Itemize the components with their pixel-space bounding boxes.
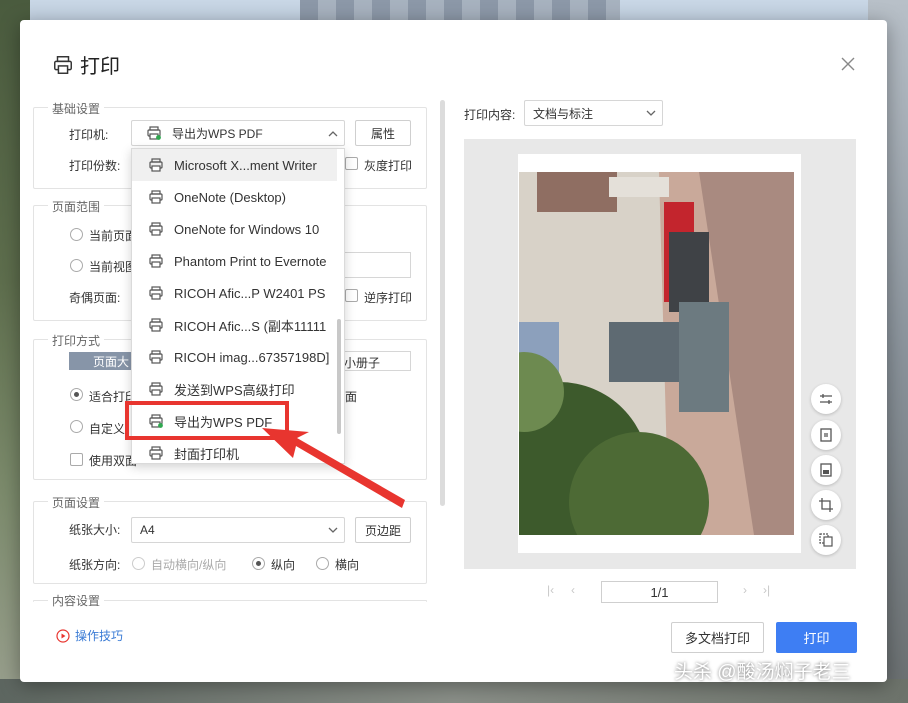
grayscale-checkbox[interactable]	[345, 157, 358, 170]
orientation-label: 纸张方向:	[69, 558, 121, 572]
paper-size-value: A4	[140, 523, 155, 537]
printer-icon	[149, 254, 163, 268]
printer-option-label: 发送到WPS高级打印	[174, 382, 295, 398]
printer-option-label: Phantom Print to Evernote	[174, 253, 327, 269]
printer-icon	[149, 286, 163, 300]
margins-button[interactable]: 页边距	[355, 517, 411, 543]
prev-page-icon[interactable]: ‹	[571, 583, 575, 597]
print-content-label: 打印内容:	[464, 108, 516, 122]
adjust-icon[interactable]	[811, 384, 841, 414]
section-title: 基础设置	[48, 100, 105, 117]
close-icon[interactable]	[840, 56, 856, 72]
printer-icon	[149, 350, 163, 364]
printer-option-label: OneNote (Desktop)	[174, 189, 286, 205]
custom-label: 自定义	[89, 422, 126, 436]
current-page-label: 当前页面	[89, 229, 138, 243]
page-indicator[interactable]: 1/1	[601, 581, 718, 603]
print-button[interactable]: 打印	[776, 622, 857, 653]
printer-option-label: OneNote for Windows 10	[174, 221, 320, 237]
page-suffix-label: 面	[345, 390, 358, 404]
portrait-label: 纵向	[271, 558, 296, 572]
current-view-radio[interactable]	[70, 259, 83, 272]
printer-icon	[149, 158, 163, 172]
chevron-up-icon	[328, 131, 338, 137]
printer-option[interactable]: RICOH imag...67357198D]	[132, 341, 337, 373]
printer-option[interactable]: RICOH Afic...S (副本11111	[132, 309, 337, 341]
left-panel-scrollbar[interactable]	[440, 100, 445, 506]
multi-doc-print-button[interactable]: 多文档打印	[671, 622, 764, 653]
printer-icon	[54, 55, 72, 74]
fit-page-icon[interactable]	[811, 420, 841, 450]
preview-photo	[519, 172, 794, 535]
printer-option-label: RICOH imag...67357198D]	[174, 349, 330, 365]
reverse-checkbox[interactable]	[345, 289, 358, 302]
printer-select-value: 导出为WPS PDF	[172, 126, 263, 141]
auto-orientation-label: 自动横向/纵向	[151, 558, 227, 572]
street-photo-image	[519, 172, 794, 535]
current-page-radio[interactable]	[70, 228, 83, 241]
play-circle-icon	[56, 628, 70, 643]
printer-option[interactable]: OneNote for Windows 10	[132, 213, 337, 245]
grayscale-label: 灰度打印	[364, 159, 413, 173]
crop-icon[interactable]	[811, 490, 841, 520]
first-page-icon[interactable]: |‹	[547, 583, 554, 597]
printer-icon	[149, 382, 163, 396]
custom-radio[interactable]	[70, 420, 83, 433]
printer-option[interactable]: Microsoft X...ment Writer	[132, 149, 337, 181]
chevron-down-icon	[646, 110, 656, 116]
section-title: 页面设置	[48, 494, 105, 511]
next-page-icon[interactable]: ›	[743, 583, 747, 597]
auto-orientation-radio[interactable]	[132, 557, 145, 570]
dialog-title-text: 打印	[80, 56, 120, 78]
printer-option[interactable]: Phantom Print to Evernote	[132, 245, 337, 277]
section-title: 内容设置	[48, 592, 105, 609]
printer-label: 打印机:	[69, 128, 109, 142]
section-title: 页面范围	[48, 198, 105, 215]
portrait-radio[interactable]	[252, 557, 265, 570]
properties-button[interactable]: 属性	[355, 120, 411, 146]
printer-icon	[149, 190, 163, 204]
print-content-value: 文档与标注	[533, 106, 594, 121]
odd-even-label: 奇偶页面:	[69, 291, 121, 305]
tips-link[interactable]: 操作技巧	[56, 627, 123, 644]
fit-print-radio[interactable]	[70, 388, 83, 401]
printer-option[interactable]: OneNote (Desktop)	[132, 181, 337, 213]
printer-icon	[149, 222, 163, 236]
printer-icon	[149, 318, 163, 332]
red-highlight-box	[125, 401, 289, 440]
paper-size-label: 纸张大小:	[69, 523, 121, 537]
copies-label: 打印份数:	[69, 159, 121, 173]
landscape-label: 横向	[335, 558, 360, 572]
booklet-label: 小册子	[344, 356, 381, 370]
save-page-icon[interactable]	[811, 455, 841, 485]
printer-option[interactable]: RICOH Afic...P W2401 PS	[132, 277, 337, 309]
section-title: 打印方式	[48, 332, 105, 349]
tips-label: 操作技巧	[75, 629, 124, 643]
printer-option-label: 封面打印机	[174, 446, 240, 462]
dropdown-scrollbar[interactable]	[337, 319, 341, 434]
last-page-icon[interactable]: ›|	[763, 583, 770, 597]
print-content-select[interactable]: 文档与标注	[524, 100, 663, 126]
printer-icon	[149, 446, 163, 460]
printer-option-label: Microsoft X...ment Writer	[174, 157, 317, 173]
paper-size-select[interactable]: A4	[131, 517, 345, 543]
content-setup-section: 内容设置	[33, 592, 427, 609]
landscape-radio[interactable]	[316, 557, 329, 570]
printer-select[interactable]: 导出为WPS PDF	[131, 120, 345, 146]
reverse-label: 逆序打印	[364, 291, 413, 305]
printer-option-label: RICOH Afic...P W2401 PS	[174, 285, 326, 301]
pdf-printer-icon	[147, 126, 161, 140]
page-range-input[interactable]	[344, 252, 411, 278]
chevron-down-icon	[328, 527, 338, 533]
printer-option-label: RICOH Afic...S (副本11111	[174, 318, 327, 334]
current-view-label: 当前视图	[89, 260, 138, 274]
duplex-label: 使用双面	[89, 454, 138, 468]
printer-option[interactable]: 封面打印机	[132, 437, 337, 463]
dialog-title: 打印	[52, 50, 120, 79]
duplex-checkbox[interactable]	[70, 453, 83, 466]
copy-icon[interactable]	[811, 525, 841, 555]
watermark-text: 头杀 @酸汤焖子老三	[674, 662, 851, 683]
